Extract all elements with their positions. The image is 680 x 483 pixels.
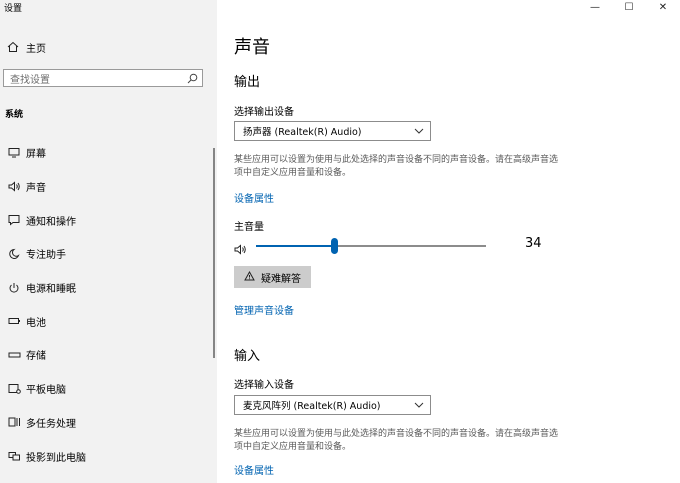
storage-icon	[4, 350, 24, 360]
volume-value: 34	[525, 236, 542, 251]
power-icon	[4, 282, 24, 294]
sidebar-item-notifications[interactable]: 通知和操作	[0, 203, 217, 237]
sidebar-item-label: 多任务处理	[26, 418, 76, 430]
volume-row: 34	[234, 236, 554, 255]
sidebar-item-label: 投影到此电脑	[26, 452, 86, 464]
sidebar-nav: 屏幕 声音 通知和操作 专注助手 电源和睡眠 电池 存储 平板电脑 多任务处理 …	[0, 136, 217, 473]
sidebar-item-label: 专注助手	[26, 250, 66, 262]
input-heading: 输入	[234, 349, 261, 364]
home-label: 主页	[26, 43, 46, 55]
sidebar-item-storage[interactable]: 存储	[0, 338, 217, 372]
home-icon	[0, 41, 26, 53]
output-description: 某些应用可以设置为使用与此处选择的声音设备不同的声音设备。请在高级声音选项中自定…	[234, 155, 559, 178]
multitask-icon	[4, 416, 24, 428]
minimize-button[interactable]: —	[578, 0, 612, 14]
input-device-value: 麦克风阵列 (Realtek(R) Audio)	[243, 401, 381, 412]
display-icon	[4, 147, 24, 158]
sidebar-item-battery[interactable]: 电池	[0, 304, 217, 338]
battery-icon	[4, 316, 24, 326]
sidebar-item-multitasking[interactable]: 多任务处理	[0, 406, 217, 440]
output-device-properties-link[interactable]: 设备属性	[234, 190, 274, 205]
output-device-select[interactable]: 扬声器 (Realtek(R) Audio)	[234, 121, 431, 141]
warning-icon	[244, 270, 255, 284]
input-device-properties-link[interactable]: 设备属性	[234, 462, 274, 477]
search-input[interactable]: 查找设置	[4, 71, 182, 86]
sidebar-item-label: 声音	[26, 183, 46, 195]
search-box[interactable]: 查找设置	[3, 69, 203, 87]
sidebar-item-label: 平板电脑	[26, 385, 66, 397]
chevron-down-icon	[408, 128, 430, 134]
notification-icon	[4, 214, 24, 226]
output-device-value: 扬声器 (Realtek(R) Audio)	[243, 127, 362, 138]
sidebar-item-project[interactable]: 投影到此电脑	[0, 439, 217, 473]
output-heading: 输出	[234, 75, 261, 90]
output-device-label: 选择输出设备	[234, 107, 294, 118]
tablet-icon	[4, 383, 24, 395]
window-title: 设置	[4, 4, 23, 14]
volume-slider-thumb[interactable]	[331, 238, 339, 254]
manage-sound-devices-link[interactable]: 管理声音设备	[234, 302, 294, 317]
sidebar-item-label: 通知和操作	[26, 216, 76, 228]
sidebar-item-display[interactable]: 屏幕	[0, 136, 217, 170]
sidebar-item-label: 电池	[26, 317, 46, 329]
input-device-select[interactable]: 麦克风阵列 (Realtek(R) Audio)	[234, 395, 431, 415]
speaker-icon[interactable]	[234, 240, 247, 259]
maximize-button[interactable]: ☐	[612, 0, 646, 14]
sidebar-scrollbar[interactable]	[213, 148, 215, 358]
page-title: 声音	[234, 37, 270, 58]
volume-slider-fill	[256, 245, 335, 247]
volume-slider-track[interactable]	[256, 238, 486, 254]
search-icon[interactable]	[182, 73, 202, 84]
input-device-label: 选择输入设备	[234, 380, 294, 391]
window-controls: — ☐ ✕	[578, 0, 680, 14]
main-content: — ☐ ✕ 声音 输出 选择输出设备 扬声器 (Realtek(R) Audio…	[217, 0, 680, 483]
input-description: 某些应用可以设置为使用与此处选择的声音设备不同的声音设备。请在高级声音选项中自定…	[234, 429, 559, 452]
sidebar-item-focus-assist[interactable]: 专注助手	[0, 237, 217, 271]
sidebar: 设置 主页 查找设置 系统 屏幕 声音 通知和操作 专注助手 电源和睡眠 电池 …	[0, 0, 217, 483]
sidebar-home[interactable]: 主页	[0, 36, 46, 58]
section-label-system: 系统	[5, 110, 24, 120]
troubleshoot-button[interactable]: 疑难解答	[234, 266, 311, 288]
moon-icon	[4, 248, 24, 260]
sidebar-item-tablet[interactable]: 平板电脑	[0, 372, 217, 406]
master-volume-label: 主音量	[234, 222, 264, 233]
troubleshoot-label: 疑难解答	[261, 273, 301, 285]
sidebar-item-label: 电源和睡眠	[26, 284, 76, 296]
sidebar-item-label: 屏幕	[26, 149, 46, 161]
sidebar-item-label: 存储	[26, 351, 46, 363]
speaker-icon	[4, 181, 24, 192]
close-button[interactable]: ✕	[646, 0, 680, 14]
sidebar-item-power[interactable]: 电源和睡眠	[0, 271, 217, 305]
project-icon	[4, 450, 24, 462]
sidebar-item-sound[interactable]: 声音	[0, 170, 217, 204]
chevron-down-icon	[408, 402, 430, 408]
